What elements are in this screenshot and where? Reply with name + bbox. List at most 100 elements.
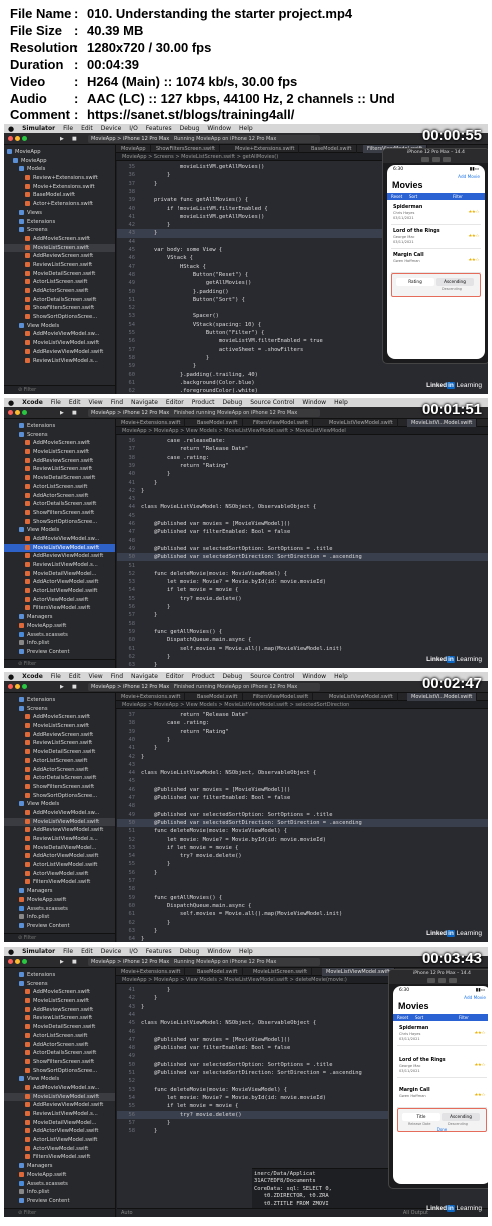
source-editor[interactable]: 36 case .releaseDate: 37 return "Release … — [117, 435, 488, 668]
menu-item[interactable]: Product — [192, 673, 215, 680]
scheme-selector[interactable]: MovieApp > iPhone 12 Pro Max — [88, 409, 173, 417]
navigator-row[interactable]: Movie+Extensions.swift — [4, 183, 115, 192]
navigator-row[interactable]: Actor+Extensions.swift — [4, 200, 115, 209]
app-menu[interactable]: Simulator — [22, 125, 55, 132]
navigator-row[interactable]: AddActorViewModel.swift — [4, 852, 115, 861]
filter-button[interactable]: Filter — [453, 193, 463, 200]
navigator-row[interactable]: ActorViewModel.swift — [4, 870, 115, 879]
navigator-row[interactable]: ShowSortOptionsScree... — [4, 313, 115, 322]
navigator-row[interactable]: AddReviewScreen.swift — [4, 457, 115, 466]
navigator-row[interactable]: ReviewListViewModel.s... — [4, 561, 115, 570]
navigator-row[interactable]: MovieApp.swift — [4, 896, 115, 905]
navigator-row[interactable]: Extensions — [4, 422, 115, 431]
navigator-row[interactable]: Assets.xcassets — [4, 631, 115, 640]
editor-tab[interactable]: MovieListVi...Model.swift — [407, 693, 478, 701]
navigator-filter[interactable]: ⊘ Filter — [4, 1208, 115, 1217]
navigator-row[interactable]: ShowSortOptionsScree... — [4, 518, 115, 527]
navigator-row[interactable]: MovieDetailScreen.swift — [4, 474, 115, 483]
navigator-row[interactable]: AddActorScreen.swift — [4, 766, 115, 775]
close-window-button[interactable] — [8, 959, 13, 964]
menu-item[interactable]: Edit — [69, 673, 81, 680]
apple-icon[interactable]: ● — [8, 399, 14, 407]
menu-item[interactable]: File — [51, 673, 61, 680]
sort-button[interactable]: Sort — [409, 193, 417, 200]
navigator-row[interactable]: AddReviewViewModel.swift — [4, 348, 115, 357]
navigator-row[interactable]: AddMovieViewModel.sw... — [4, 330, 115, 339]
add-movie-button[interactable]: Add Movie — [458, 174, 480, 179]
menu-item[interactable]: File — [51, 399, 61, 406]
screenshot-icon[interactable] — [438, 978, 446, 983]
navigator-row[interactable]: Assets.xcassets — [4, 905, 115, 914]
navigator-row[interactable]: ReviewListScreen.swift — [4, 465, 115, 474]
navigator-row[interactable]: ShowFiltersScreen.swift — [4, 783, 115, 792]
run-icon[interactable]: ▶ — [60, 409, 64, 417]
close-window-button[interactable] — [8, 684, 13, 689]
navigator-row[interactable]: BaseModel.swift — [4, 191, 115, 200]
navigator-row[interactable]: MovieListViewModel.swift — [4, 339, 115, 348]
navigator-row[interactable]: MovieListScreen.swift — [4, 243, 115, 253]
navigator-row[interactable]: Managers — [4, 1162, 115, 1171]
navigator-row[interactable]: MovieApp.swift — [4, 1171, 115, 1180]
editor-tab[interactable]: MovieListViewModel.swift — [322, 968, 395, 976]
close-window-button[interactable] — [8, 136, 13, 141]
menu-item[interactable]: Window — [302, 673, 326, 680]
done-button[interactable]: Done — [398, 1127, 486, 1132]
menu-item[interactable]: Source Control — [250, 673, 294, 680]
navigator-row[interactable]: ReviewListViewModel.s... — [4, 1110, 115, 1119]
minimize-window-button[interactable] — [15, 136, 20, 141]
navigator-row[interactable]: AddReviewScreen.swift — [4, 252, 115, 261]
navigator-row[interactable]: ShowSortOptionsScree... — [4, 792, 115, 801]
home-icon[interactable] — [427, 978, 435, 983]
navigator-row[interactable]: MovieListViewModel.swift — [4, 543, 115, 553]
menu-item[interactable]: I/O — [129, 948, 138, 955]
run-icon[interactable]: ▶ — [60, 135, 64, 143]
reset-button[interactable]: Reset — [391, 193, 402, 200]
navigator-row[interactable]: Review+Extensions.swift — [4, 174, 115, 183]
navigator-row[interactable]: View Models — [4, 800, 115, 809]
navigator-row[interactable]: ReviewListScreen.swift — [4, 1014, 115, 1023]
stop-icon[interactable]: ■ — [72, 409, 77, 417]
menu-item[interactable]: Edit — [81, 125, 93, 132]
add-movie-button[interactable]: Add Movie — [464, 995, 486, 1000]
navigator-row[interactable]: AddReviewScreen.swift — [4, 1006, 115, 1015]
menu-item[interactable]: Edit — [81, 948, 93, 955]
navigator-row[interactable]: Extensions — [4, 218, 115, 227]
run-icon[interactable]: ▶ — [60, 683, 64, 691]
menu-item[interactable]: Window — [207, 125, 231, 132]
sort-direction-picker[interactable]: Ascending — [442, 1113, 480, 1121]
screenshot-icon[interactable] — [432, 157, 440, 162]
navigator-row[interactable]: AddMovieScreen.swift — [4, 713, 115, 722]
navigator-row[interactable]: MovieDetailViewModel... — [4, 570, 115, 579]
navigator-row[interactable]: Preview Content — [4, 1197, 115, 1206]
navigator-row[interactable]: AddMovieViewModel.sw... — [4, 809, 115, 818]
editor-tab[interactable]: MovieListViewModel.swift — [325, 419, 398, 427]
menu-item[interactable]: Product — [192, 399, 215, 406]
navigator-row[interactable]: MovieDetailViewModel... — [4, 1119, 115, 1128]
menu-item[interactable]: Window — [207, 948, 231, 955]
navigator-filter[interactable]: ⊘ Filter — [4, 385, 115, 394]
navigator-row[interactable]: ActorViewModel.swift — [4, 596, 115, 605]
navigator-row[interactable]: Screens — [4, 226, 115, 235]
menu-item[interactable]: Navigate — [131, 673, 158, 680]
menu-item[interactable]: View — [88, 673, 102, 680]
navigator-row[interactable]: MovieListViewModel.swift — [4, 1092, 115, 1102]
menu-item[interactable]: Debug — [180, 125, 200, 132]
menu-item[interactable]: Debug — [222, 399, 242, 406]
minimize-window-button[interactable] — [15, 959, 20, 964]
menu-item[interactable]: View — [88, 399, 102, 406]
movie-card[interactable]: Lord of the Rings George Mac 03/11/2021 ★★☆ — [391, 227, 481, 249]
movie-card[interactable]: Margin Call Gwen Hoffman ★★☆ — [397, 1086, 487, 1108]
menu-item[interactable]: Window — [302, 399, 326, 406]
navigator-row[interactable]: AddMovieScreen.swift — [4, 988, 115, 997]
navigator-row[interactable]: ActorDetailsScreen.swift — [4, 1049, 115, 1058]
stop-icon[interactable]: ■ — [72, 135, 77, 143]
navigator-row[interactable]: Managers — [4, 613, 115, 622]
navigator-row[interactable]: AddMovieViewModel.sw... — [4, 1084, 115, 1093]
menu-item[interactable]: Debug — [180, 948, 200, 955]
menu-item[interactable]: Help — [334, 399, 348, 406]
navigator-row[interactable]: MovieDetailScreen.swift — [4, 270, 115, 279]
navigator-row[interactable]: AddReviewViewModel.swift — [4, 552, 115, 561]
editor-tab[interactable]: Movie+Extensions.swift — [117, 968, 186, 976]
navigator-row[interactable]: Info.plist — [4, 1188, 115, 1197]
editor-tab[interactable]: ShowFiltersScreen.swift — [152, 145, 220, 153]
